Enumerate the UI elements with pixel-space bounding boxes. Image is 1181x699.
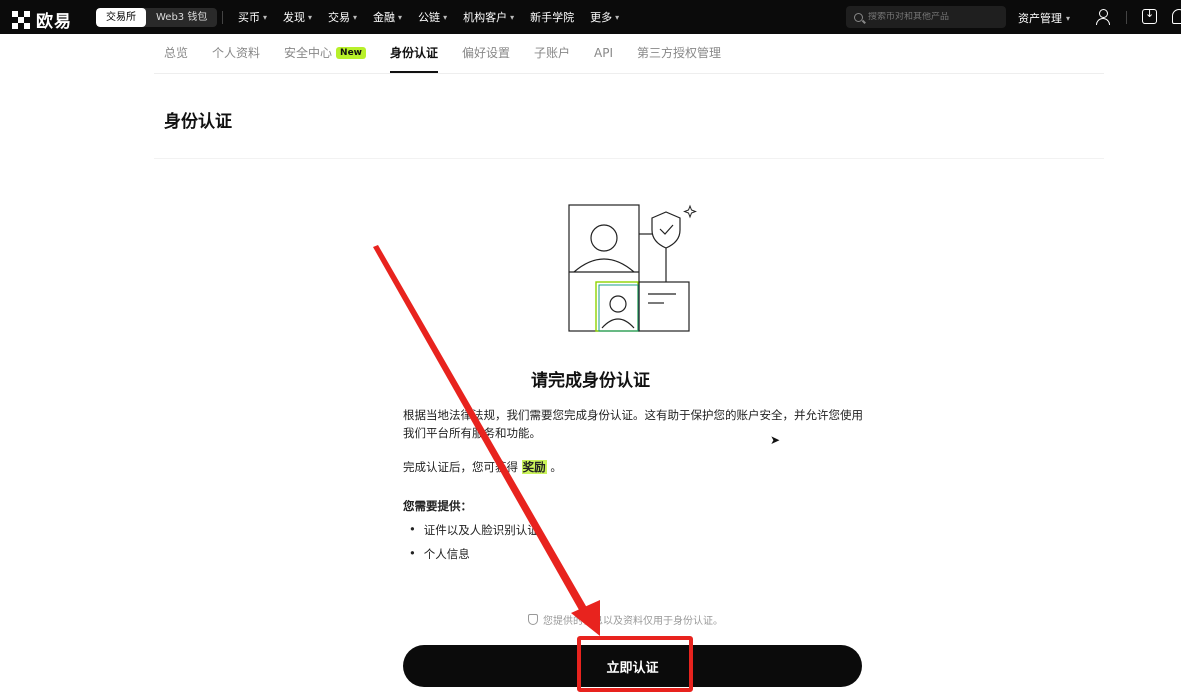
nav-item[interactable]: 公链 ▾ [418,9,447,25]
nav-item-label: 公链 [418,11,441,24]
chevron-down-icon: ▾ [510,12,515,22]
tab-label: 个人资料 [212,46,261,60]
assets-label: 资产管理 [1018,12,1062,25]
switch-web3-wallet[interactable]: Web3 钱包 [146,8,217,27]
tab-label: 身份认证 [390,46,439,60]
chevron-down-icon: ▾ [263,12,268,22]
chevron-down-icon: ▾ [443,12,448,22]
tab-item[interactable]: 个人资料 [212,44,260,73]
tab-item[interactable]: 子账户 [534,44,570,73]
account-tabs: 总览 个人资料 安全中心 New 身份认证 偏好设置 子账户 API 第三方授权管理 [164,44,721,73]
search-box[interactable] [846,6,1006,28]
tab-label: API [594,45,614,60]
nav-item-label: 买币 [238,11,260,24]
title-divider [154,158,1104,159]
okx-logo[interactable]: 欧易 [12,7,72,32]
verification-description: 根据当地法律法规，我们需要您完成身份认证。这有助于保护您的账户安全，并允许您使用… [403,408,863,440]
platform-switch[interactable]: 交易所 Web3 钱包 [96,8,218,27]
search-input[interactable] [868,12,998,22]
tab-label: 第三方授权管理 [637,46,722,60]
chevron-down-icon: ▾ [398,12,403,22]
user-icon[interactable] [1096,9,1110,25]
identity-verification-illustration [568,204,697,332]
reward-line: 完成认证后，您可获得 奖励 。 [403,459,562,475]
nav-item[interactable]: 新手学院 [530,9,574,25]
chevron-down-icon: ▾ [353,12,358,22]
requirements-list: 证件以及人脸识别认证 个人信息 [409,522,539,570]
nav-item[interactable]: 交易 ▾ [328,9,357,25]
chevron-down-icon: ▾ [1066,13,1071,23]
reward-prefix: 完成认证后，您可获得 [403,460,518,474]
tab-item[interactable]: 身份认证 [390,44,439,73]
nav-item[interactable]: 发现 ▾ [283,9,312,25]
nav-item-label: 金融 [373,11,396,24]
annotation-highlight-box [577,636,693,692]
nav-item[interactable]: 机构客户 ▾ [463,9,514,25]
nav-item-label: 交易 [328,11,351,24]
tab-label: 子账户 [534,46,571,60]
nav-divider [222,11,223,24]
tab-item[interactable]: 安全中心 New [284,44,366,73]
chevron-down-icon: ▾ [308,12,313,22]
new-badge: New [336,46,366,59]
privacy-note: 您提供的信息以及资料仅用于身份认证。 [528,612,723,627]
nav-item-label: 发现 [283,11,306,24]
switch-exchange[interactable]: 交易所 [96,8,146,27]
nav-item[interactable]: 更多 ▾ [590,9,619,25]
shield-icon [528,614,538,625]
verification-card-title: 请完成身份认证 [531,371,650,391]
tab-item[interactable]: 第三方授权管理 [637,44,721,73]
top-nav-bar: 欧易 交易所 Web3 钱包 买币 ▾ 发现 ▾ 交易 ▾ 金融 ▾ 公链 ▾ 机构客户 ▾ 新手学院更… [0,0,1181,34]
chevron-down-icon: ▾ [615,12,620,22]
nav-item-label: 更多 [590,11,613,24]
list-item: 证件以及人脸识别认证 [409,522,539,538]
tab-item[interactable]: API [594,44,613,73]
privacy-note-text: 您提供的信息以及资料仅用于身份认证。 [543,616,723,627]
page-title: 身份认证 [164,112,232,132]
download-icon[interactable] [1142,7,1157,24]
nav-divider [1126,11,1127,24]
notification-icon[interactable] [1172,9,1181,24]
main-nav: 买币 ▾ 发现 ▾ 交易 ▾ 金融 ▾ 公链 ▾ 机构客户 ▾ 新手学院 更多 ▾ [238,0,619,34]
annotation-arrow [373,245,600,636]
list-item: 个人信息 [409,546,539,562]
logo-text: 欧易 [36,12,72,32]
tabs-divider [154,73,1104,74]
assets-menu[interactable]: 资产管理 ▾ [1018,10,1070,26]
search-icon [854,12,863,22]
mouse-cursor-icon: ➤ [770,433,781,447]
tab-label: 偏好设置 [462,46,511,60]
reward-link[interactable]: 奖励 [521,460,547,474]
tab-label: 安全中心 [284,46,333,60]
reward-suffix: 。 [550,460,562,474]
nav-item[interactable]: 买币 ▾ [238,9,267,25]
nav-item[interactable]: 金融 ▾ [373,9,402,25]
tab-item[interactable]: 总览 [164,44,188,73]
tab-label: 总览 [164,46,189,60]
nav-item-label: 新手学院 [530,11,575,24]
nav-item-label: 机构客户 [463,11,508,24]
logo-icon [12,10,32,29]
requirements-title: 您需要提供： [403,499,472,513]
tab-item[interactable]: 偏好设置 [462,44,510,73]
